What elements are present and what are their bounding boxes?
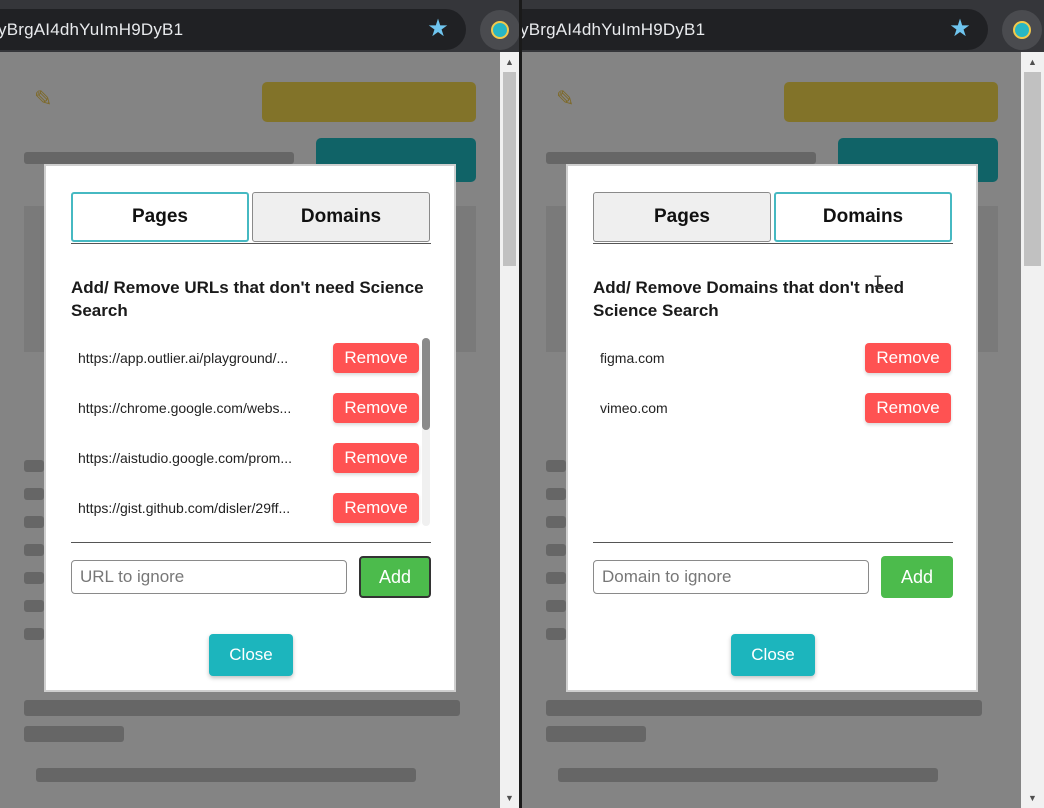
- page-scrollbar[interactable]: ▲ ▼: [500, 52, 519, 808]
- ignored-domain: vimeo.com: [600, 400, 668, 416]
- scrollbar-thumb[interactable]: [1024, 72, 1041, 266]
- ignored-url: https://aistudio.google.com/prom...: [78, 450, 292, 466]
- ignore-list-modal: Pages Domains Add/ Remove URLs that don'…: [44, 164, 456, 692]
- science-search-extension-icon[interactable]: [480, 10, 520, 50]
- scroll-up-arrow-icon[interactable]: ▲: [500, 56, 519, 68]
- list-item: https://aistudio.google.com/prom... Remo…: [71, 438, 421, 478]
- left-browser-window: yBrgAI4dhYuImH9DyB1 ★ ✎ ▲ ▼ Pages Domain…: [0, 0, 520, 808]
- modal-heading: Add/ Remove URLs that don't need Science…: [71, 278, 424, 320]
- remove-button[interactable]: Remove: [865, 393, 951, 423]
- tab-pages[interactable]: Pages: [593, 192, 771, 242]
- ignored-url: https://gist.github.com/disler/29ff...: [78, 500, 291, 516]
- list-item: figma.com Remove: [593, 338, 951, 378]
- add-button[interactable]: Add: [359, 556, 431, 598]
- address-bar[interactable]: yBrgAI4dhYuImH9DyB1 ★: [522, 9, 988, 50]
- tab-domains[interactable]: Domains: [774, 192, 952, 242]
- scroll-down-arrow-icon[interactable]: ▼: [500, 792, 519, 804]
- modal-tabs: Pages Domains: [593, 192, 953, 244]
- tab-domains[interactable]: Domains: [252, 192, 430, 242]
- ignored-urls-list[interactable]: https://app.outlier.ai/playground/... Re…: [71, 338, 431, 530]
- list-scrollbar[interactable]: [422, 338, 430, 526]
- add-button[interactable]: Add: [881, 556, 953, 598]
- list-item: https://app.outlier.ai/playground/... Re…: [71, 338, 421, 378]
- remove-button[interactable]: Remove: [333, 343, 419, 373]
- scroll-down-arrow-icon[interactable]: ▼: [1021, 792, 1044, 804]
- list-scrollbar-thumb[interactable]: [422, 338, 430, 430]
- list-item: vimeo.com Remove: [593, 388, 951, 428]
- bookmark-star-icon[interactable]: ★: [947, 16, 973, 42]
- divider: [71, 542, 431, 543]
- list-item: https://chrome.google.com/webs... Remove: [71, 388, 421, 428]
- close-button[interactable]: Close: [731, 634, 815, 676]
- remove-button[interactable]: Remove: [333, 393, 419, 423]
- close-button[interactable]: Close: [209, 634, 293, 676]
- magnifier-icon: [491, 21, 509, 39]
- remove-button[interactable]: Remove: [333, 443, 419, 473]
- ignored-url: https://chrome.google.com/webs...: [78, 400, 292, 416]
- tab-pages[interactable]: Pages: [71, 192, 249, 242]
- list-item: https://gist.github.com/disler/29ff... R…: [71, 488, 421, 528]
- scrollbar-thumb[interactable]: [503, 72, 516, 266]
- remove-button[interactable]: Remove: [865, 343, 951, 373]
- ignore-list-modal: Pages Domains Add/ Remove Domains that d…: [566, 164, 978, 692]
- page-scrollbar[interactable]: ▲ ▼: [1021, 52, 1044, 808]
- modal-heading: Add/ Remove Domains that don't need Scie…: [593, 278, 905, 320]
- domain-input[interactable]: Domain to ignore: [593, 560, 869, 594]
- ignored-url: https://app.outlier.ai/playground/...: [78, 350, 289, 366]
- magnifier-icon: [1013, 21, 1031, 39]
- address-bar[interactable]: yBrgAI4dhYuImH9DyB1 ★: [0, 9, 466, 50]
- browser-toolbar: yBrgAI4dhYuImH9DyB1 ★: [0, 0, 520, 52]
- ignored-domains-list[interactable]: figma.com Remove vimeo.com Remove: [593, 338, 953, 530]
- browser-toolbar: yBrgAI4dhYuImH9DyB1 ★: [522, 0, 1044, 52]
- science-search-extension-icon[interactable]: [1002, 10, 1042, 50]
- remove-button[interactable]: Remove: [333, 493, 419, 523]
- divider: [593, 542, 953, 543]
- address-bar-url: yBrgAI4dhYuImH9DyB1: [522, 20, 706, 39]
- url-input[interactable]: URL to ignore: [71, 560, 347, 594]
- right-browser-window: yBrgAI4dhYuImH9DyB1 ★ ✎ ▲ ▼ Pages Domain…: [522, 0, 1044, 808]
- modal-tabs: Pages Domains: [71, 192, 431, 244]
- bookmark-star-icon[interactable]: ★: [425, 16, 451, 42]
- address-bar-url: yBrgAI4dhYuImH9DyB1: [0, 20, 184, 39]
- text-cursor-icon: I: [873, 272, 883, 291]
- ignored-domain: figma.com: [600, 350, 665, 366]
- scroll-up-arrow-icon[interactable]: ▲: [1021, 56, 1044, 68]
- screenshot-root: yBrgAI4dhYuImH9DyB1 ★ ✎ ▲ ▼ Pages Domain…: [0, 0, 1044, 808]
